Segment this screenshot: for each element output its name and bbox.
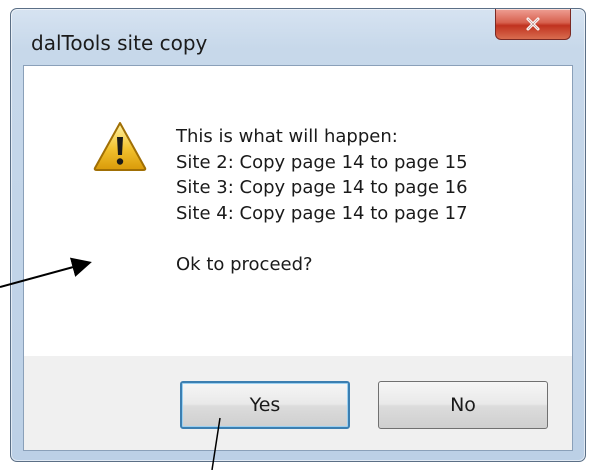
confirm-prompt: Ok to proceed? [176, 253, 313, 275]
message-line: Site 3: Copy page 14 to page 16 [176, 177, 468, 198]
screenshot-stage: dalTools site copy This is what will hap… [0, 0, 610, 470]
no-button[interactable]: No [378, 381, 548, 429]
message-line: This is what will happen: [176, 126, 398, 147]
yes-button[interactable]: Yes [180, 381, 350, 429]
dialog-client-area: This is what will happen: Site 2: Copy p… [23, 65, 573, 451]
warning-icon [93, 122, 147, 171]
message-spacer [176, 226, 468, 252]
message-line: Site 2: Copy page 14 to page 15 [176, 151, 468, 173]
close-button[interactable] [495, 9, 571, 40]
title-bar[interactable]: dalTools site copy [11, 9, 585, 65]
message-line: Site 4: Copy page 14 to page 17 [176, 202, 468, 224]
dialog-window: dalTools site copy This is what will hap… [10, 8, 586, 462]
dialog-message: This is what will happen: Site 2: Copy p… [176, 124, 468, 277]
message-area: This is what will happen: Site 2: Copy p… [24, 66, 572, 356]
close-icon [526, 17, 540, 31]
button-bar: Yes No [24, 356, 572, 450]
window-title: dalTools site copy [31, 31, 208, 55]
